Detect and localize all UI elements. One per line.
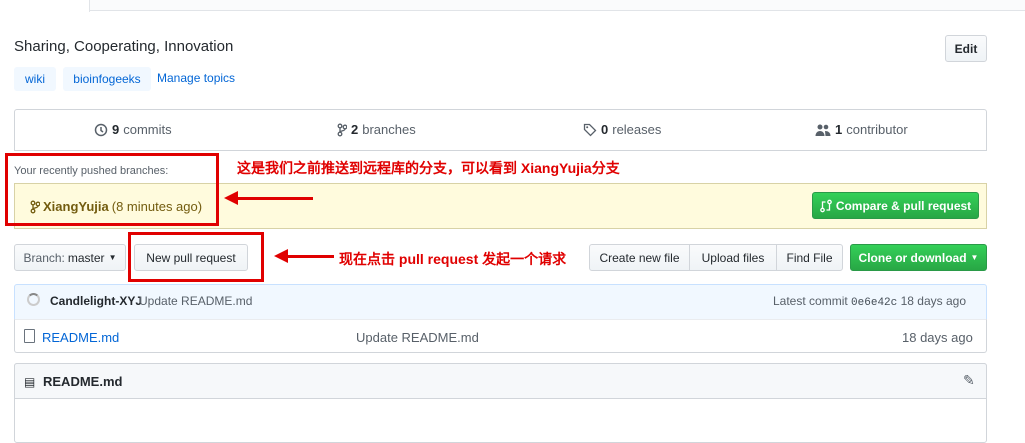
latest-commit-label: Latest commit — [773, 294, 848, 308]
caret-down-icon: ▼ — [108, 253, 117, 262]
releases-link[interactable]: 0 releases — [583, 122, 661, 137]
people-icon — [815, 124, 831, 136]
annotation-arrow-head-pr — [274, 249, 288, 263]
releases-count: 0 — [601, 122, 609, 137]
find-file-button[interactable]: Find File — [776, 244, 843, 271]
annotation-arrow-pr — [286, 255, 334, 258]
loading-spinner-icon — [27, 293, 40, 306]
annotation-arrow-branch — [236, 197, 313, 200]
commit-sha-link[interactable]: 0e6e42c — [851, 297, 897, 309]
contributors-count: 1 — [835, 122, 843, 137]
file-icon — [24, 329, 35, 343]
file-row — [14, 319, 987, 353]
file-name-link[interactable]: README.md — [42, 330, 119, 345]
clone-button-label: Clone or download — [858, 250, 967, 265]
annotation-box-branch — [5, 153, 219, 226]
branch-value: master — [67, 250, 105, 265]
upload-files-button[interactable]: Upload files — [689, 244, 777, 271]
contributors-label: contributor — [846, 122, 908, 137]
annotation-arrow-head-branch — [224, 191, 238, 205]
commit-age: 18 days ago — [900, 294, 966, 308]
annotation-note-pr: 现在点击 pull request 发起一个请求 — [339, 251, 567, 267]
git-compare-icon — [819, 199, 832, 212]
compare-pull-request-button[interactable]: Compare & pull request — [812, 192, 979, 219]
readme-header — [14, 363, 987, 399]
active-tab-stub — [0, 0, 90, 12]
file-age: 18 days ago — [902, 330, 973, 345]
clone-download-button[interactable]: Clone or download ▼ — [850, 244, 987, 271]
compare-button-label: Compare & pull request — [835, 198, 972, 213]
pencil-icon[interactable]: ✎ — [963, 372, 975, 389]
branch-select-button[interactable]: Branch: master ▼ — [14, 244, 126, 271]
topic-tag-wiki[interactable]: wiki — [14, 67, 56, 91]
contributors-link[interactable]: 1 contributor — [815, 122, 908, 137]
commit-message-link[interactable]: Update README.md — [139, 294, 252, 308]
repo-description: Sharing, Cooperating, Innovation — [14, 38, 234, 55]
caret-down-icon: ▼ — [970, 253, 979, 262]
book-icon: ▤ — [24, 375, 36, 389]
commit-author-link[interactable]: Candlelight-XYJ — [50, 294, 142, 308]
releases-label: releases — [612, 122, 662, 137]
create-new-file-button[interactable]: Create new file — [589, 244, 690, 271]
manage-topics-link[interactable]: Manage topics — [157, 71, 235, 85]
readme-title: README.md — [43, 374, 123, 389]
annotation-box-pr — [128, 232, 264, 282]
commits-label: commits — [123, 122, 172, 137]
edit-button[interactable]: Edit — [945, 35, 987, 62]
commits-link[interactable]: 9 commits — [94, 122, 172, 137]
tag-icon — [583, 123, 597, 136]
top-nav-strip — [0, 0, 1025, 11]
commits-count: 9 — [112, 122, 120, 137]
branch-prefix: Branch: — [23, 250, 65, 265]
latest-commit-info: Latest commit 0e6e42c 18 days ago — [773, 294, 966, 309]
branches-count: 2 — [351, 122, 359, 137]
topic-tag-bioinfogeeks[interactable]: bioinfogeeks — [63, 67, 151, 91]
branches-link[interactable]: 2 branches — [337, 122, 416, 137]
history-icon — [94, 123, 108, 136]
branches-label: branches — [362, 122, 416, 137]
annotation-note-branch: 这是我们之前推送到远程库的分支，可以看到 XiangYujia分支 — [237, 160, 620, 176]
file-commit-message-link[interactable]: Update README.md — [356, 330, 479, 345]
branch-icon — [337, 123, 347, 136]
